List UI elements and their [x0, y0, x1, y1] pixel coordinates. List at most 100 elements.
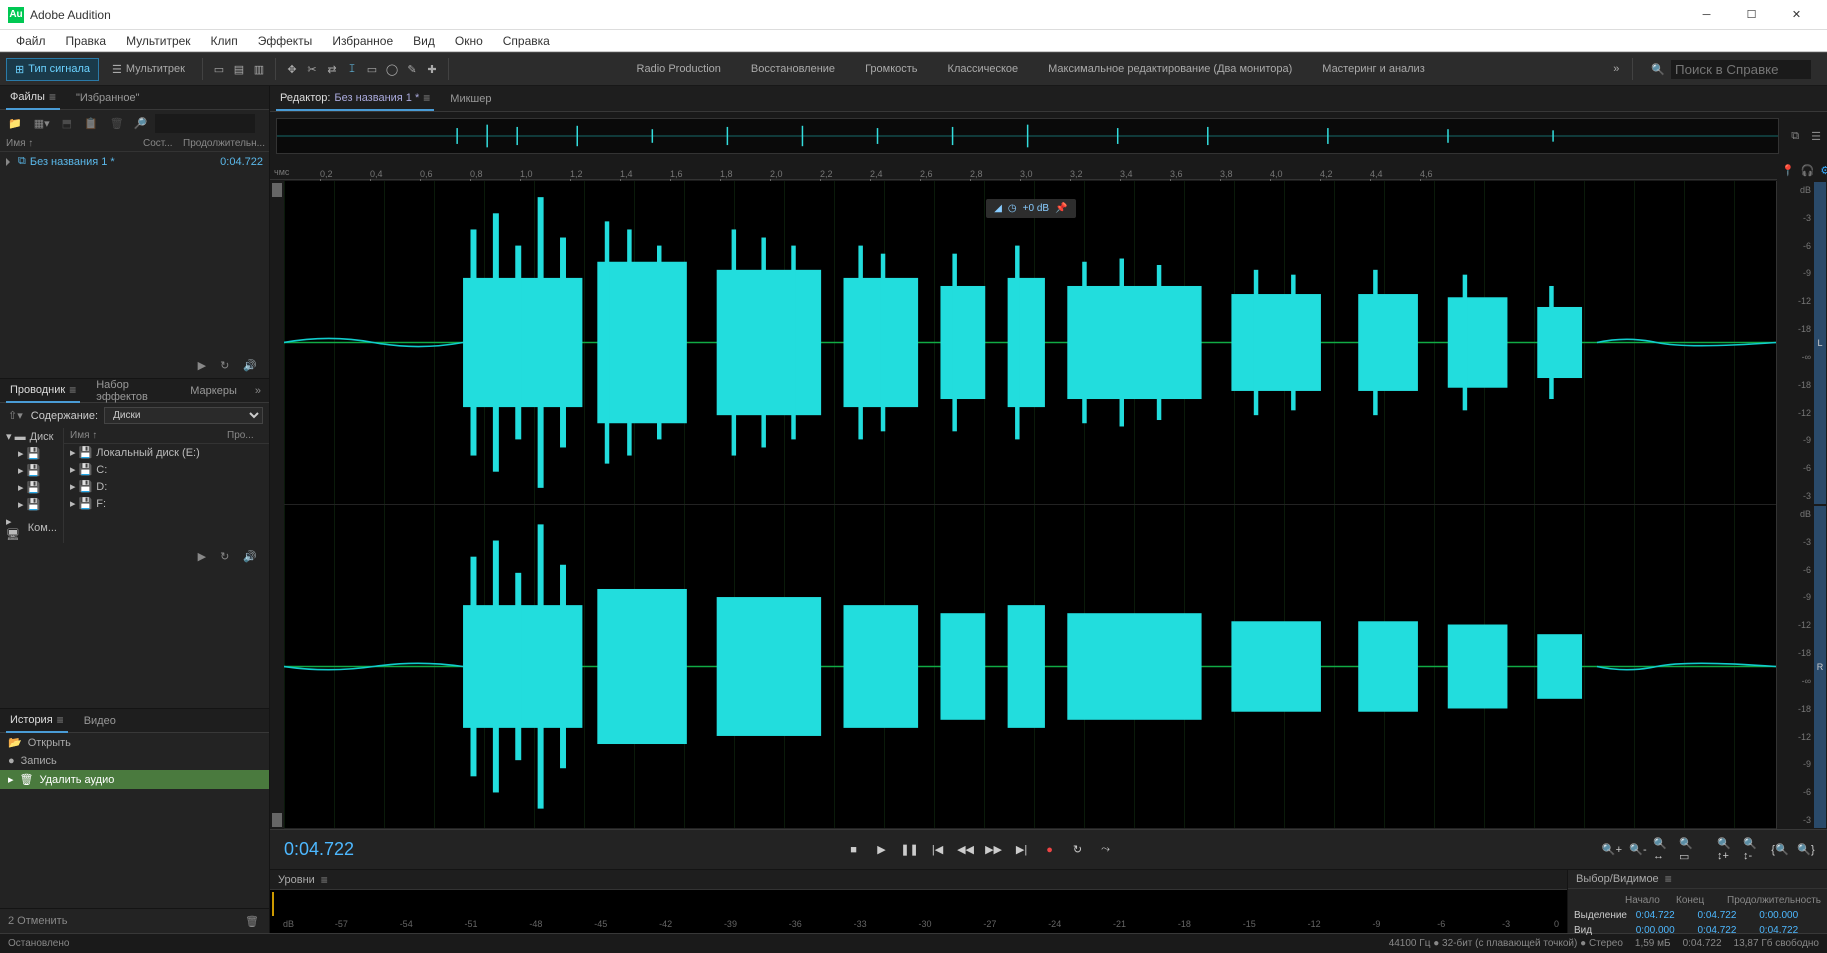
view-start[interactable]: 0:00.000: [1636, 925, 1698, 936]
timecode-display[interactable]: 0:04.722: [280, 839, 358, 860]
time-select-tool-icon[interactable]: 𝙸: [344, 61, 360, 77]
import-icon[interactable]: ⬒: [60, 115, 74, 132]
maximize-button[interactable]: ☐: [1729, 1, 1774, 29]
menu-view[interactable]: Вид: [405, 32, 443, 50]
forward-button[interactable]: ▶▶: [983, 839, 1005, 861]
autoplay-icon[interactable]: 🔊: [241, 548, 259, 565]
exp-col-name[interactable]: Имя ↑: [70, 430, 227, 441]
tab-editor[interactable]: Редактор: Без названия 1 *: [276, 87, 434, 111]
channel-right[interactable]: [284, 505, 1776, 829]
hud-pin-icon[interactable]: 📌: [1055, 203, 1067, 214]
tree-disk-c[interactable]: ▸ 💾: [0, 462, 63, 479]
channel-indicator-right[interactable]: R: [1814, 506, 1826, 828]
files-search-input[interactable]: [155, 114, 255, 133]
zoom-in-icon[interactable]: 🔍+: [1601, 839, 1623, 861]
headphone-icon[interactable]: 🎧: [1799, 162, 1817, 179]
tab-mixer[interactable]: Микшер: [446, 89, 495, 109]
tree-disks[interactable]: ▾ ▬ Диск: [0, 428, 63, 445]
overview-settings-icon[interactable]: ☰: [1805, 130, 1827, 143]
play-preview-icon[interactable]: ▶: [196, 357, 208, 374]
workspace-loudness[interactable]: Громкость: [851, 59, 931, 79]
go-start-button[interactable]: |◀: [927, 839, 949, 861]
content-select[interactable]: Диски: [104, 407, 263, 424]
menu-clip[interactable]: Клип: [203, 32, 246, 50]
overflow-icon[interactable]: »: [253, 383, 263, 399]
sel-dur[interactable]: 0:00.000: [1759, 910, 1821, 921]
history-record[interactable]: ●Запись: [0, 752, 269, 770]
slip-tool-icon[interactable]: ⇄: [324, 61, 340, 77]
file-row[interactable]: ⧉ Без названия 1 * 0:04.722: [0, 152, 269, 171]
menu-effects[interactable]: Эффекты: [250, 32, 321, 50]
loop-icon[interactable]: ↻: [218, 357, 231, 374]
minimize-button[interactable]: ─: [1684, 1, 1729, 29]
zoom-out-point-icon[interactable]: 🔍}: [1795, 839, 1817, 861]
skip-selection-button[interactable]: ⤳: [1095, 839, 1117, 861]
exp-col-dur[interactable]: Про...: [227, 430, 263, 441]
workspace-radio[interactable]: Radio Production: [623, 59, 735, 79]
delete-icon[interactable]: 🗑: [108, 115, 126, 132]
channel-handle-top[interactable]: [272, 183, 282, 197]
play-preview-icon[interactable]: ▶: [196, 548, 208, 565]
workspace-mastering[interactable]: Мастеринг и анализ: [1308, 59, 1438, 79]
zoom-full-icon[interactable]: 🔍↔: [1653, 839, 1675, 861]
hud-overlay[interactable]: ◢ ◷ +0 dB 📌: [986, 199, 1075, 218]
workspace-restore[interactable]: Восстановление: [737, 59, 849, 79]
razor-tool-icon[interactable]: ✂: [304, 61, 320, 77]
close-button[interactable]: ✕: [1774, 1, 1819, 29]
waveform-display[interactable]: dB -3 -6 -9 -12 -18 -∞ -18 -12 -9 -6 -3 …: [270, 181, 1827, 829]
history-open[interactable]: 📂Открыть: [0, 733, 269, 752]
tab-markers[interactable]: Маркеры: [186, 381, 241, 401]
view-end[interactable]: 0:04.722: [1698, 925, 1760, 936]
zoom-out-icon[interactable]: 🔍-: [1627, 839, 1649, 861]
channel-left[interactable]: [284, 181, 1776, 505]
stop-button[interactable]: ■: [843, 839, 865, 861]
files-col-status[interactable]: Сост...: [143, 138, 183, 149]
new-file-icon[interactable]: ▦▾: [32, 115, 52, 132]
zoom-sel-icon[interactable]: 🔍▭: [1679, 839, 1701, 861]
heal-tool-icon[interactable]: ✚: [424, 61, 440, 77]
spectral-toggle-icon[interactable]: ▤: [231, 61, 247, 77]
loop-button[interactable]: ↻: [1067, 839, 1089, 861]
history-delete-audio[interactable]: ▸ 🗑Удалить аудио: [0, 770, 269, 789]
list-item[interactable]: ▸ 💾 D:: [64, 478, 269, 495]
more-workspaces-icon[interactable]: »: [1608, 61, 1624, 77]
tab-explorer[interactable]: Проводник: [6, 379, 80, 403]
hud-toggle-icon[interactable]: ▭: [211, 61, 227, 77]
tree-computer[interactable]: ▸ 🖥 Ком...: [0, 513, 63, 543]
menu-file[interactable]: Файл: [8, 32, 54, 50]
time-ruler[interactable]: чмс 0,2 0,4 0,6 0,8 1,0 1,2 1,4 1,6 1,8 …: [270, 160, 1777, 180]
zoom-in-point-icon[interactable]: {🔍: [1769, 839, 1791, 861]
go-end-button[interactable]: ▶|: [1011, 839, 1033, 861]
channel-handle-bottom[interactable]: [272, 813, 282, 827]
files-col-duration[interactable]: Продолжительн...: [183, 138, 263, 149]
sel-start[interactable]: 0:04.722: [1636, 910, 1698, 921]
record-button[interactable]: ●: [1039, 839, 1061, 861]
pin-icon[interactable]: 📍: [1779, 162, 1797, 179]
tab-files[interactable]: Файлы: [6, 86, 60, 110]
move-tool-icon[interactable]: ✥: [284, 61, 300, 77]
files-col-name[interactable]: Имя ↑: [6, 138, 143, 149]
workspace-dualmon[interactable]: Максимальное редактирование (Два монитор…: [1034, 59, 1306, 79]
tree-disk-d[interactable]: ▸ 💾: [0, 479, 63, 496]
rewind-button[interactable]: ◀◀: [955, 839, 977, 861]
tab-history[interactable]: История: [6, 709, 68, 733]
list-item[interactable]: ▸ 💾 F:: [64, 495, 269, 512]
levels-meter[interactable]: dB -57-54 -51-48 -45-42 -39-36 -33-30 -2…: [270, 890, 1567, 933]
play-button[interactable]: ▶: [871, 839, 893, 861]
tab-video[interactable]: Видео: [80, 711, 120, 731]
loop-icon[interactable]: ↻: [218, 548, 231, 565]
up-folder-icon[interactable]: ⇧▾: [6, 407, 25, 424]
zoom-in-v-icon[interactable]: 🔍↕+: [1717, 839, 1739, 861]
marquee-tool-icon[interactable]: ▭: [364, 61, 380, 77]
tree-disk-f[interactable]: ▸ 💾: [0, 496, 63, 513]
menu-edit[interactable]: Правка: [58, 32, 115, 50]
hud-vol-icon[interactable]: ◢: [994, 203, 1002, 214]
menu-multitrack[interactable]: Мультитрек: [118, 32, 198, 50]
overview-tool-icon[interactable]: ⧉: [1785, 130, 1805, 143]
tab-favorites[interactable]: "Избранное": [72, 88, 144, 108]
view-dur[interactable]: 0:04.722: [1759, 925, 1821, 936]
menu-favorites[interactable]: Избранное: [324, 32, 401, 50]
menu-window[interactable]: Окно: [447, 32, 491, 50]
overview-waveform[interactable]: [276, 118, 1779, 154]
lasso-tool-icon[interactable]: ◯: [384, 61, 400, 77]
